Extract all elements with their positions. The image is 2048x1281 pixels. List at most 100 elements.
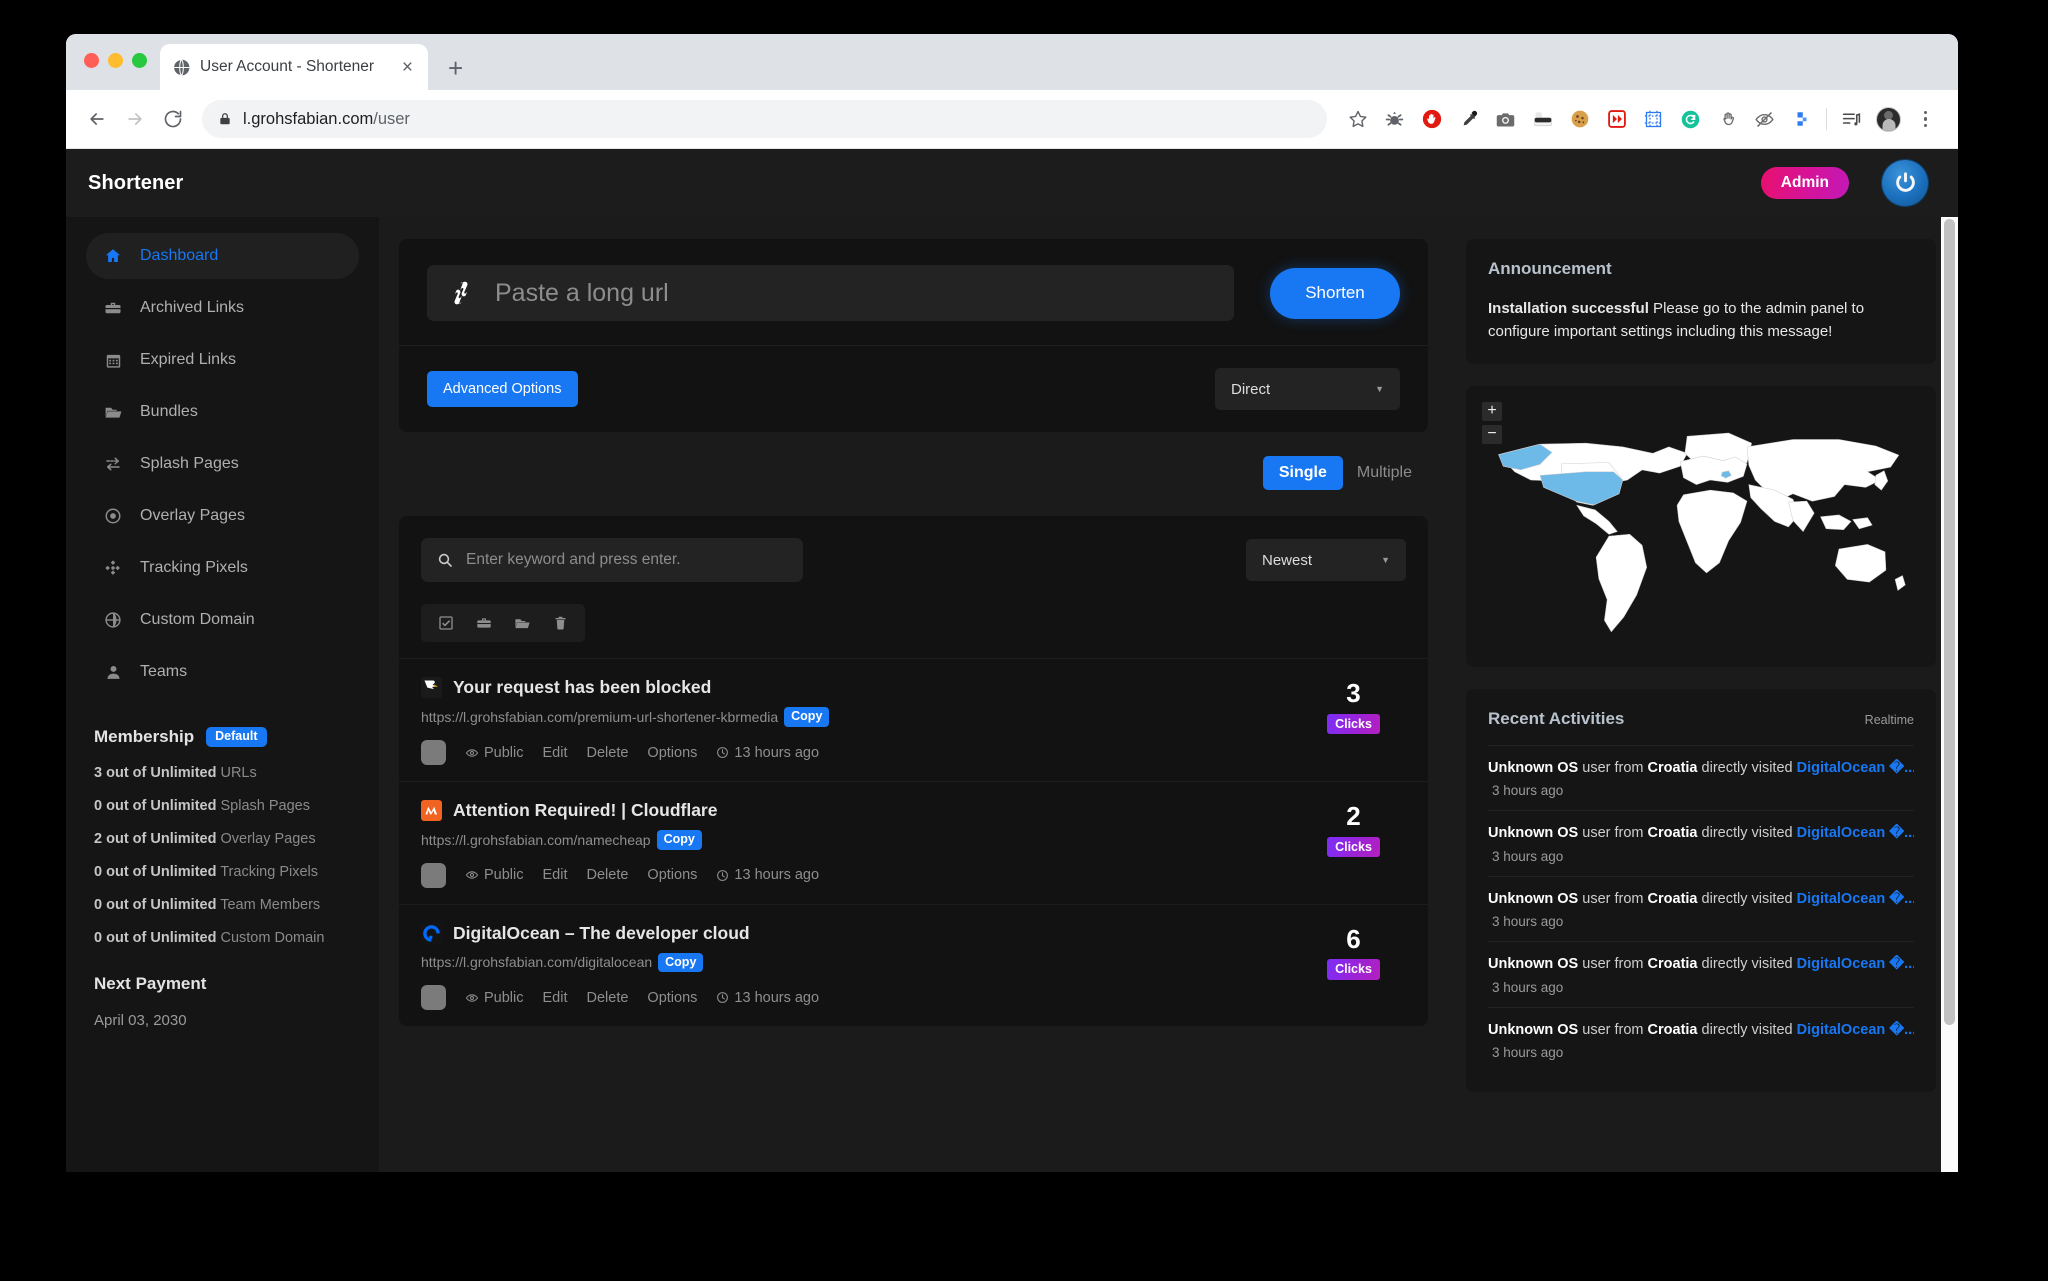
copy-button[interactable]: Copy bbox=[658, 952, 704, 973]
sidebar-item-archived-links[interactable]: Archived Links bbox=[86, 285, 359, 331]
link-url[interactable]: https://l.grohsfabian.com/premium-url-sh… bbox=[421, 709, 778, 725]
link-edit-action[interactable]: Edit bbox=[543, 990, 568, 1006]
link-url[interactable]: https://l.grohsfabian.com/digitalocean bbox=[421, 954, 652, 970]
advanced-options-button[interactable]: Advanced Options bbox=[427, 371, 578, 407]
flag-blue-icon[interactable] bbox=[1783, 102, 1820, 136]
link-edit-action[interactable]: Edit bbox=[543, 867, 568, 883]
avatar[interactable] bbox=[1870, 102, 1907, 136]
grammarly-icon[interactable] bbox=[1672, 102, 1709, 136]
sidebar-item-bundles[interactable]: Bundles bbox=[86, 389, 359, 435]
more-menu-icon[interactable] bbox=[1907, 102, 1944, 136]
check-all-icon[interactable] bbox=[427, 608, 465, 638]
new-tab-button[interactable]: + bbox=[440, 55, 471, 81]
link-title-row: Attention Required! | Cloudflare bbox=[421, 800, 1301, 822]
link-edit-action[interactable]: Edit bbox=[543, 745, 568, 761]
reading-list-icon[interactable] bbox=[1833, 102, 1870, 136]
copy-button[interactable]: Copy bbox=[656, 830, 702, 850]
sort-select[interactable]: Newest ▼ bbox=[1246, 539, 1406, 582]
activity-link[interactable]: DigitalOcean �... bbox=[1797, 891, 1914, 907]
sidebar-item-splash-pages[interactable]: Splash Pages bbox=[86, 441, 359, 487]
maximize-window-button[interactable] bbox=[132, 53, 147, 68]
activity-mid: directly visited bbox=[1697, 956, 1797, 973]
shorten-button[interactable]: Shorten bbox=[1270, 267, 1400, 319]
archive-briefcase-icon[interactable] bbox=[465, 608, 503, 638]
link-time-label: 13 hours ago bbox=[734, 867, 820, 884]
delete-trash-icon[interactable] bbox=[541, 608, 579, 638]
video-speed-icon[interactable] bbox=[1598, 102, 1635, 136]
camera-icon[interactable] bbox=[1487, 102, 1524, 136]
tab-multiple[interactable]: Multiple bbox=[1343, 456, 1426, 490]
link-delete-action[interactable]: Delete bbox=[587, 990, 629, 1006]
eye-slash-icon[interactable] bbox=[1746, 102, 1783, 136]
eyedropper-icon[interactable] bbox=[1450, 102, 1487, 136]
redirect-type-select[interactable]: Direct ▼ bbox=[1215, 368, 1400, 410]
scrollbar-thumb[interactable] bbox=[1944, 219, 1955, 1025]
link-select-toggle[interactable] bbox=[421, 985, 446, 1011]
sidebar-item-tracking-pixels[interactable]: Tracking Pixels bbox=[86, 545, 359, 591]
link-visibility[interactable]: Public bbox=[465, 867, 524, 883]
link-options-action[interactable]: Options bbox=[647, 867, 697, 883]
clock-icon bbox=[717, 992, 729, 1004]
copy-button[interactable]: Copy bbox=[784, 707, 830, 728]
sidebar-item-custom-domain[interactable]: Custom Domain bbox=[86, 597, 359, 643]
map-zoom-in-button[interactable]: + bbox=[1482, 401, 1502, 421]
address-bar[interactable]: l.grohsfabian.com/user bbox=[202, 100, 1327, 138]
sidebar-item-dashboard[interactable]: Dashboard bbox=[86, 233, 359, 279]
move-folder-icon[interactable] bbox=[503, 608, 541, 638]
admin-button[interactable]: Admin bbox=[1760, 167, 1849, 199]
sidebar-item-teams[interactable]: Teams bbox=[86, 649, 359, 695]
sidebar-item-overlay-pages[interactable]: Overlay Pages bbox=[86, 493, 359, 539]
activity-link[interactable]: DigitalOcean �... bbox=[1797, 760, 1914, 776]
mask-incognito-icon[interactable] bbox=[1524, 102, 1561, 136]
back-button[interactable] bbox=[80, 102, 114, 136]
link-delete-action[interactable]: Delete bbox=[587, 867, 629, 883]
bulk-actions-bar bbox=[421, 604, 585, 643]
mode-toggle-row: Single Multiple bbox=[399, 432, 1428, 516]
link-title[interactable]: Attention Required! | Cloudflare bbox=[453, 800, 717, 821]
close-window-button[interactable] bbox=[84, 53, 99, 68]
activity-link[interactable]: DigitalOcean �... bbox=[1797, 1022, 1914, 1038]
power-user-icon[interactable] bbox=[1882, 160, 1928, 206]
link-options-action[interactable]: Options bbox=[647, 990, 697, 1006]
world-map-panel[interactable]: + − bbox=[1466, 385, 1936, 667]
bookmark-star-icon[interactable] bbox=[1339, 102, 1376, 136]
bug-gear-icon[interactable] bbox=[1376, 102, 1413, 136]
link-title[interactable]: Your request has been blocked bbox=[453, 677, 711, 698]
frame-grid-icon[interactable] bbox=[1635, 102, 1672, 136]
browser-tab[interactable]: User Account - Shortener × bbox=[160, 44, 428, 90]
calendar-icon bbox=[103, 352, 123, 369]
forward-button[interactable] bbox=[118, 102, 152, 136]
activity-link[interactable]: DigitalOcean �... bbox=[1797, 825, 1914, 841]
activity-link[interactable]: DigitalOcean �... bbox=[1797, 956, 1914, 972]
table-row: Attention Required! | Cloudflare https:/… bbox=[399, 781, 1428, 904]
quota-label: URLs bbox=[220, 765, 257, 781]
adblock-stop-hand-icon[interactable] bbox=[1413, 102, 1450, 136]
activity-country: Croatia bbox=[1647, 956, 1698, 973]
tab-single[interactable]: Single bbox=[1262, 456, 1343, 491]
eye-icon bbox=[465, 994, 479, 1002]
link-url[interactable]: https://l.grohsfabian.com/namecheap bbox=[421, 832, 651, 848]
minimize-window-button[interactable] bbox=[108, 53, 123, 68]
list-item: Unknown OS user from Croatia directly vi… bbox=[1488, 744, 1914, 811]
map-zoom-out-button[interactable]: − bbox=[1482, 424, 1502, 444]
sidebar-item-label: Dashboard bbox=[140, 247, 219, 264]
link-select-toggle[interactable] bbox=[421, 862, 446, 888]
link-delete-action[interactable]: Delete bbox=[587, 745, 629, 761]
hand-grab-icon[interactable] bbox=[1709, 102, 1746, 136]
link-title[interactable]: DigitalOcean – The developer cloud bbox=[453, 923, 750, 944]
quota-label: Team Members bbox=[220, 897, 321, 913]
link-visibility[interactable]: Public bbox=[465, 745, 524, 761]
link-options-action[interactable]: Options bbox=[647, 745, 697, 761]
window-controls[interactable] bbox=[84, 53, 147, 68]
long-url-input[interactable]: Paste a long url bbox=[427, 265, 1234, 321]
reload-button[interactable] bbox=[156, 102, 190, 136]
cookie-icon[interactable] bbox=[1561, 102, 1598, 136]
page-scrollbar[interactable] bbox=[1941, 217, 1958, 1172]
activity-text: Unknown OS user from Croatia directly vi… bbox=[1488, 955, 1914, 975]
close-tab-button[interactable]: × bbox=[399, 58, 416, 77]
link-visibility[interactable]: Public bbox=[465, 990, 524, 1006]
sidebar-item-expired-links[interactable]: Expired Links bbox=[86, 337, 359, 383]
quota-count: 0 bbox=[94, 897, 103, 913]
search-input[interactable]: Enter keyword and press enter. bbox=[421, 538, 803, 583]
link-select-toggle[interactable] bbox=[421, 740, 446, 766]
